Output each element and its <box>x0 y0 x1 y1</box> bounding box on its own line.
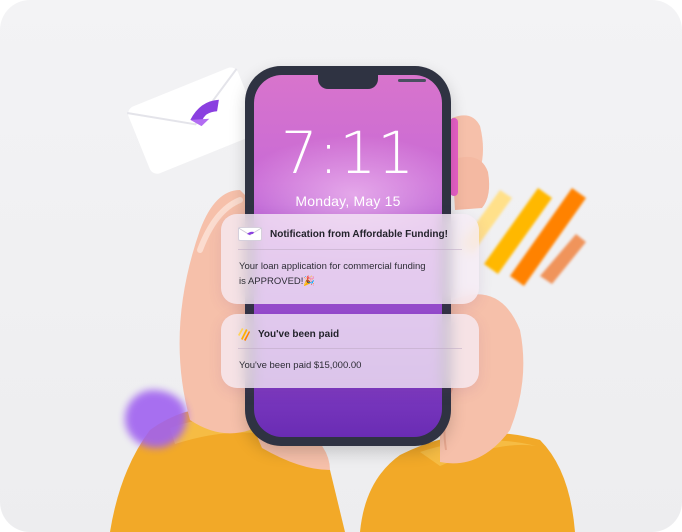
notification-body-line: You've been paid $15,000.00 <box>239 360 362 371</box>
notification-card-funding[interactable]: Notification from Affordable Funding! Yo… <box>221 214 479 304</box>
notification-title: Notification from Affordable Funding! <box>270 228 448 240</box>
lockscreen-date: Monday, May 15 <box>295 193 401 209</box>
notification-header: You've been paid <box>238 326 462 342</box>
notification-body: You've been paid $15,000.00 <box>239 358 461 373</box>
stripes-logo-icon <box>238 328 250 341</box>
illustration-stage: 7:11 Monday, May 15 Notification from Af… <box>0 0 682 532</box>
divider <box>238 249 462 250</box>
notification-body-line: is APPROVED!🎉 <box>239 276 316 287</box>
notification-title: You've been paid <box>258 328 340 340</box>
lockscreen-time: 7:11 <box>280 119 416 187</box>
phone-notch <box>318 75 426 89</box>
phone-side-button <box>450 118 458 196</box>
notification-body-line: Your loan application for commercial fun… <box>239 261 426 272</box>
envelope-logo-icon <box>238 227 262 241</box>
notification-body: Your loan application for commercial fun… <box>239 259 461 289</box>
notification-card-payment[interactable]: You've been paid You've been paid $15,00… <box>221 314 479 388</box>
notification-header: Notification from Affordable Funding! <box>238 226 462 242</box>
divider <box>238 348 462 349</box>
